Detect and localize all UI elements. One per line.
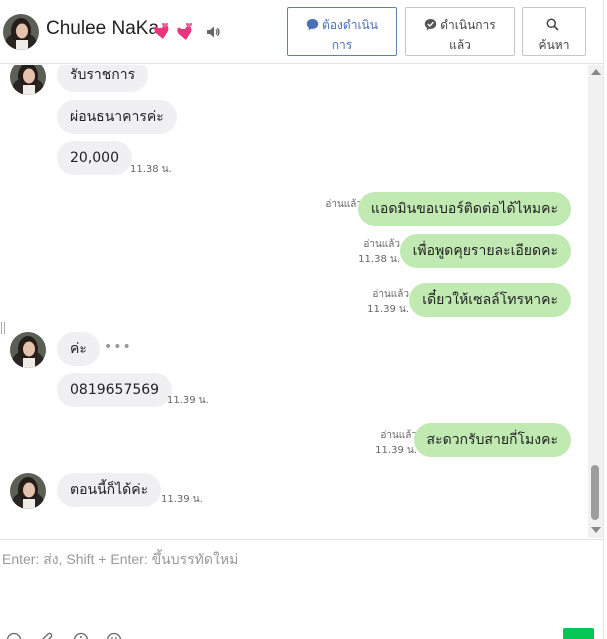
- attach-icon[interactable]: [40, 632, 56, 639]
- emoji-icon[interactable]: [6, 632, 22, 639]
- image-icon[interactable]: [106, 632, 122, 639]
- message-bubble-incoming[interactable]: ค่ะ: [57, 332, 100, 366]
- read-receipt: อ่านแล้ว: [372, 289, 409, 300]
- contact-avatar[interactable]: [10, 473, 46, 509]
- message-bubble-outgoing[interactable]: เดี๋ยวให้เซลล์โทรหาคะ: [409, 283, 571, 317]
- contact-avatar[interactable]: [10, 332, 46, 368]
- speaker-icon[interactable]: [205, 24, 221, 40]
- scroll-down-arrow-icon[interactable]: [591, 527, 601, 533]
- chat-check-icon: [425, 19, 437, 31]
- search-icon: [546, 18, 559, 31]
- message-bubble-incoming[interactable]: ผ่อนธนาคารค่ะ: [57, 100, 177, 134]
- contact-name: Chulee NaKa: [46, 18, 160, 39]
- read-receipt: อ่านแล้ว: [380, 430, 417, 441]
- chat-bubble-icon: [306, 19, 319, 31]
- chat-window: Chulee NaKa ต้องดำเนิน การ ดำเนินการ แล้…: [0, 0, 607, 639]
- message-time: 11.38 น.: [358, 254, 400, 265]
- message-time: 11.39 น.: [375, 445, 417, 456]
- read-receipt: อ่านแล้ว: [363, 239, 400, 250]
- message-time: 11.38 น.: [130, 164, 172, 175]
- todo-button[interactable]: ต้องดำเนิน การ: [287, 7, 397, 56]
- scroll-thumb[interactable]: [591, 465, 599, 520]
- chat-header: Chulee NaKa ต้องดำเนิน การ ดำเนินการ แล้…: [0, 0, 603, 64]
- hearts-emoji-icon: [154, 22, 193, 40]
- search-button[interactable]: ค้นหา: [522, 7, 586, 56]
- message-bubble-incoming[interactable]: 0819657569: [57, 373, 173, 407]
- scroll-up-arrow-icon[interactable]: [591, 69, 601, 75]
- contact-avatar[interactable]: [3, 14, 39, 50]
- search-button-label: ค้นหา: [538, 38, 570, 52]
- message-input[interactable]: [0, 540, 600, 620]
- message-bubble-outgoing[interactable]: สะดวกรับสายกี่โมงคะ: [413, 423, 571, 457]
- done-button-label-2: แล้ว: [449, 38, 471, 52]
- message-composer: [0, 539, 603, 639]
- done-button[interactable]: ดำเนินการ แล้ว: [405, 7, 515, 56]
- message-scrollbar[interactable]: [588, 65, 603, 538]
- message-time: 11.39 น.: [367, 304, 409, 315]
- send-button[interactable]: [563, 628, 594, 639]
- sticker-icon[interactable]: [73, 632, 89, 639]
- contact-avatar[interactable]: [10, 65, 46, 95]
- message-list[interactable]: รับราชการ ผ่อนธนาคารค่ะ 20,000 11.38 น. …: [0, 65, 588, 538]
- read-receipt: อ่านแล้ว: [325, 199, 362, 210]
- done-button-label-1: ดำเนินการ: [440, 18, 496, 32]
- message-bubble-outgoing[interactable]: เพื่อพูดคุยรายละเอียดคะ: [399, 234, 571, 268]
- message-bubble-incoming[interactable]: รับราชการ: [57, 65, 149, 92]
- todo-button-label-1: ต้องดำเนิน: [322, 18, 378, 32]
- message-bubble-incoming[interactable]: 20,000: [57, 141, 132, 175]
- message-time: 11.39 น.: [161, 494, 203, 505]
- resize-handle[interactable]: [1, 322, 5, 334]
- message-bubble-incoming[interactable]: ตอนนี้ก็ได้ค่ะ: [57, 473, 162, 507]
- message-time: 11.39 น.: [167, 395, 209, 406]
- message-bubble-outgoing[interactable]: แอดมินขอเบอร์ติดต่อได้ไหมคะ: [357, 192, 571, 226]
- panel-divider: [603, 0, 604, 639]
- todo-button-label-2: การ: [331, 38, 353, 52]
- more-options-icon[interactable]: •••: [104, 339, 132, 355]
